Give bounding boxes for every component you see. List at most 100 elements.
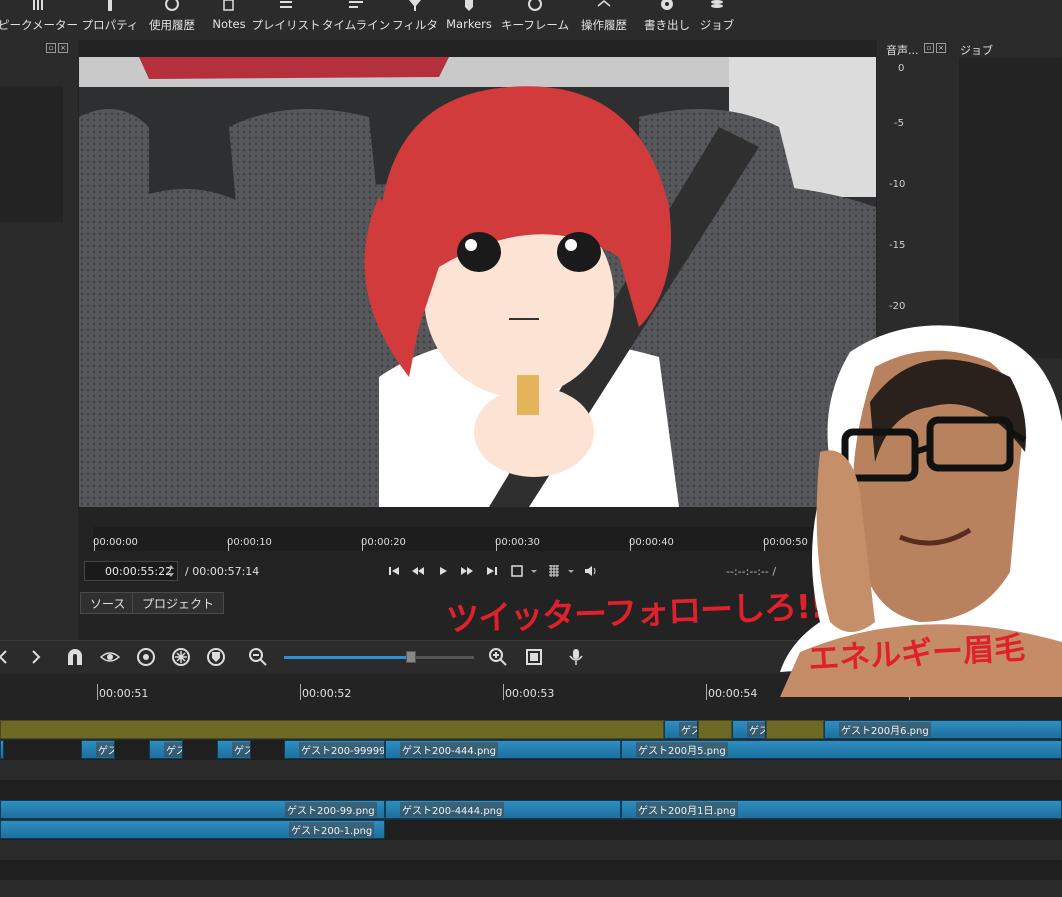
video-viewer[interactable] <box>79 57 876 507</box>
timeline-clip[interactable]: ゲスト200月6.png <box>824 720 1062 739</box>
close-icon[interactable]: × <box>936 43 946 53</box>
main-toolbar: ピークメーター プロパティ 使用履歴 Notes プレイリスト タイムライン フ… <box>0 0 1062 40</box>
timeline-clip[interactable]: ゲス <box>664 720 698 739</box>
timeline-clip[interactable]: ゲスト200-99.png <box>0 800 385 819</box>
scrubber-tick-label: 00:00:20 <box>361 537 406 548</box>
timeline-clip[interactable]: ゲスト200-99999.png <box>284 740 385 759</box>
close-icon[interactable]: × <box>58 43 68 53</box>
timeline-clip[interactable]: ゲス <box>149 740 183 759</box>
zoom-out-icon[interactable] <box>248 647 268 667</box>
toolbar-keyframe-button[interactable]: キーフレーム <box>501 0 569 40</box>
toolbar-item-label: Notes <box>212 17 246 31</box>
properties-icon <box>108 0 112 11</box>
ruler-tick <box>706 684 707 700</box>
zoom-slider-handle[interactable] <box>406 651 416 663</box>
tab-project[interactable]: プロジェクト <box>132 592 225 614</box>
zoom-fit-icon[interactable] <box>510 564 524 578</box>
toolbar-timeline-button[interactable]: タイムライン <box>322 0 390 40</box>
spin-arrows-icon[interactable] <box>167 564 175 578</box>
preview-frame-image <box>79 57 876 507</box>
clip-label: ゲスト200-444.png <box>400 742 498 757</box>
timeline-clip[interactable]: ゲス <box>732 720 766 739</box>
toolbar-undo-history-button[interactable]: 操作履歴 <box>578 0 630 40</box>
timeline-clip[interactable]: ゲスト200月5.png <box>621 740 1062 759</box>
zoom-slider-fill <box>284 656 412 659</box>
ruler-label: 00:00:52 <box>302 687 352 700</box>
float-icon[interactable]: ▫ <box>46 43 56 53</box>
zoom-slider-track[interactable] <box>284 656 474 659</box>
chevron-right-icon[interactable] <box>26 647 46 667</box>
db-scale-label: 0 <box>898 63 905 74</box>
timeline-clip[interactable] <box>766 720 824 739</box>
clip-label: ゲス <box>96 742 114 757</box>
scrubber-tick-label: 00:00:00 <box>93 537 138 548</box>
timeline-clip[interactable] <box>0 740 4 759</box>
zoom-in-icon[interactable] <box>488 647 508 667</box>
db-scale-label: -20 <box>889 301 906 312</box>
rewind-icon[interactable] <box>411 564 425 578</box>
toolbar-markers-button[interactable]: Markers <box>446 0 492 40</box>
zoom-fit-timeline-icon[interactable] <box>524 647 544 667</box>
toolbar-item-label: 使用履歴 <box>149 18 195 32</box>
play-icon[interactable] <box>436 564 450 578</box>
undo-history-icon <box>597 0 611 7</box>
total-duration: / 00:00:57:14 <box>185 565 260 578</box>
ripple-all-icon[interactable] <box>171 647 191 667</box>
float-icon[interactable]: ▫ <box>924 43 934 53</box>
record-audio-icon[interactable] <box>566 647 586 667</box>
timeline-clip[interactable]: ゲスト200月1日.png <box>621 800 1062 819</box>
toolbar-peak-meter-button[interactable]: ピークメーター <box>0 0 78 40</box>
toolbar-properties-button[interactable]: プロパティ <box>82 0 138 40</box>
toolbar-notes-button[interactable]: Notes <box>210 0 248 40</box>
skip-to-start-icon[interactable] <box>387 564 401 578</box>
scrubber-bar[interactable] <box>93 527 853 551</box>
toolbar-item-label: タイムライン <box>321 18 391 32</box>
toolbar-item-label: プレイリスト <box>251 18 321 32</box>
fast-forward-icon[interactable] <box>460 564 474 578</box>
notes-icon <box>223 0 234 11</box>
timeline-clip[interactable]: ゲス <box>81 740 115 759</box>
toolbar-jobs-button[interactable]: ジョブ <box>700 0 734 40</box>
audio-dock-buttons: ▫ × <box>924 43 946 53</box>
snap-magnet-icon[interactable] <box>65 647 85 667</box>
db-scale-label: -15 <box>889 240 906 251</box>
toolbar-export-button[interactable]: 書き出し <box>642 0 692 40</box>
timecode-field[interactable]: 00:00:55:22 <box>84 561 178 581</box>
toolbar-filter-button[interactable]: フィルタ <box>392 0 438 40</box>
timeline-clip[interactable]: ゲスト200-4444.png <box>385 800 621 819</box>
jobs-list <box>959 58 1062 358</box>
keyframe-icon <box>528 0 542 11</box>
track-v2 <box>0 760 1062 780</box>
tab-source[interactable]: ソース <box>80 592 136 614</box>
ripple-markers-icon[interactable] <box>206 647 226 667</box>
timeline-clip[interactable] <box>698 720 732 739</box>
clip-label: ゲスト200月1日.png <box>636 802 738 817</box>
toolbar-item-label: フィルタ <box>392 18 438 32</box>
scrubber-tick-label: 00:00:10 <box>227 537 272 548</box>
volume-icon[interactable] <box>584 564 598 578</box>
toolbar-item-label: 書き出し <box>644 18 690 32</box>
chevron-down-icon[interactable] <box>566 564 576 578</box>
toolbar-playlist-button[interactable]: プレイリスト <box>252 0 321 40</box>
toolbar-item-label: 操作履歴 <box>581 18 627 32</box>
timeline-clip[interactable]: ゲスト200-1.png <box>0 820 385 839</box>
scrub-eye-icon[interactable] <box>100 647 120 667</box>
clip-label: ゲスト200月6.png <box>839 722 931 737</box>
grid-icon[interactable] <box>547 564 561 578</box>
timeline-clip[interactable] <box>0 720 664 739</box>
track-a3 <box>0 860 1062 880</box>
toolbar-item-label: Markers <box>446 17 492 31</box>
jobs-icon <box>711 0 723 8</box>
chevron-down-icon[interactable] <box>529 564 539 578</box>
chevron-left-icon[interactable] <box>0 647 14 667</box>
ripple-icon[interactable] <box>136 647 156 667</box>
skip-to-end-icon[interactable] <box>485 564 499 578</box>
track-empty <box>0 780 1062 800</box>
timeline-clip[interactable]: ゲスト200-444.png <box>385 740 621 759</box>
timeline-clip[interactable]: ゲス <box>217 740 251 759</box>
out-timecode: --:--:--:-- / <box>726 565 777 578</box>
toolbar-history-button[interactable]: 使用履歴 <box>146 0 198 40</box>
markers-icon <box>465 0 473 11</box>
track-a2 <box>0 840 1062 860</box>
toolbar-item-label: ピークメーター <box>0 18 79 32</box>
